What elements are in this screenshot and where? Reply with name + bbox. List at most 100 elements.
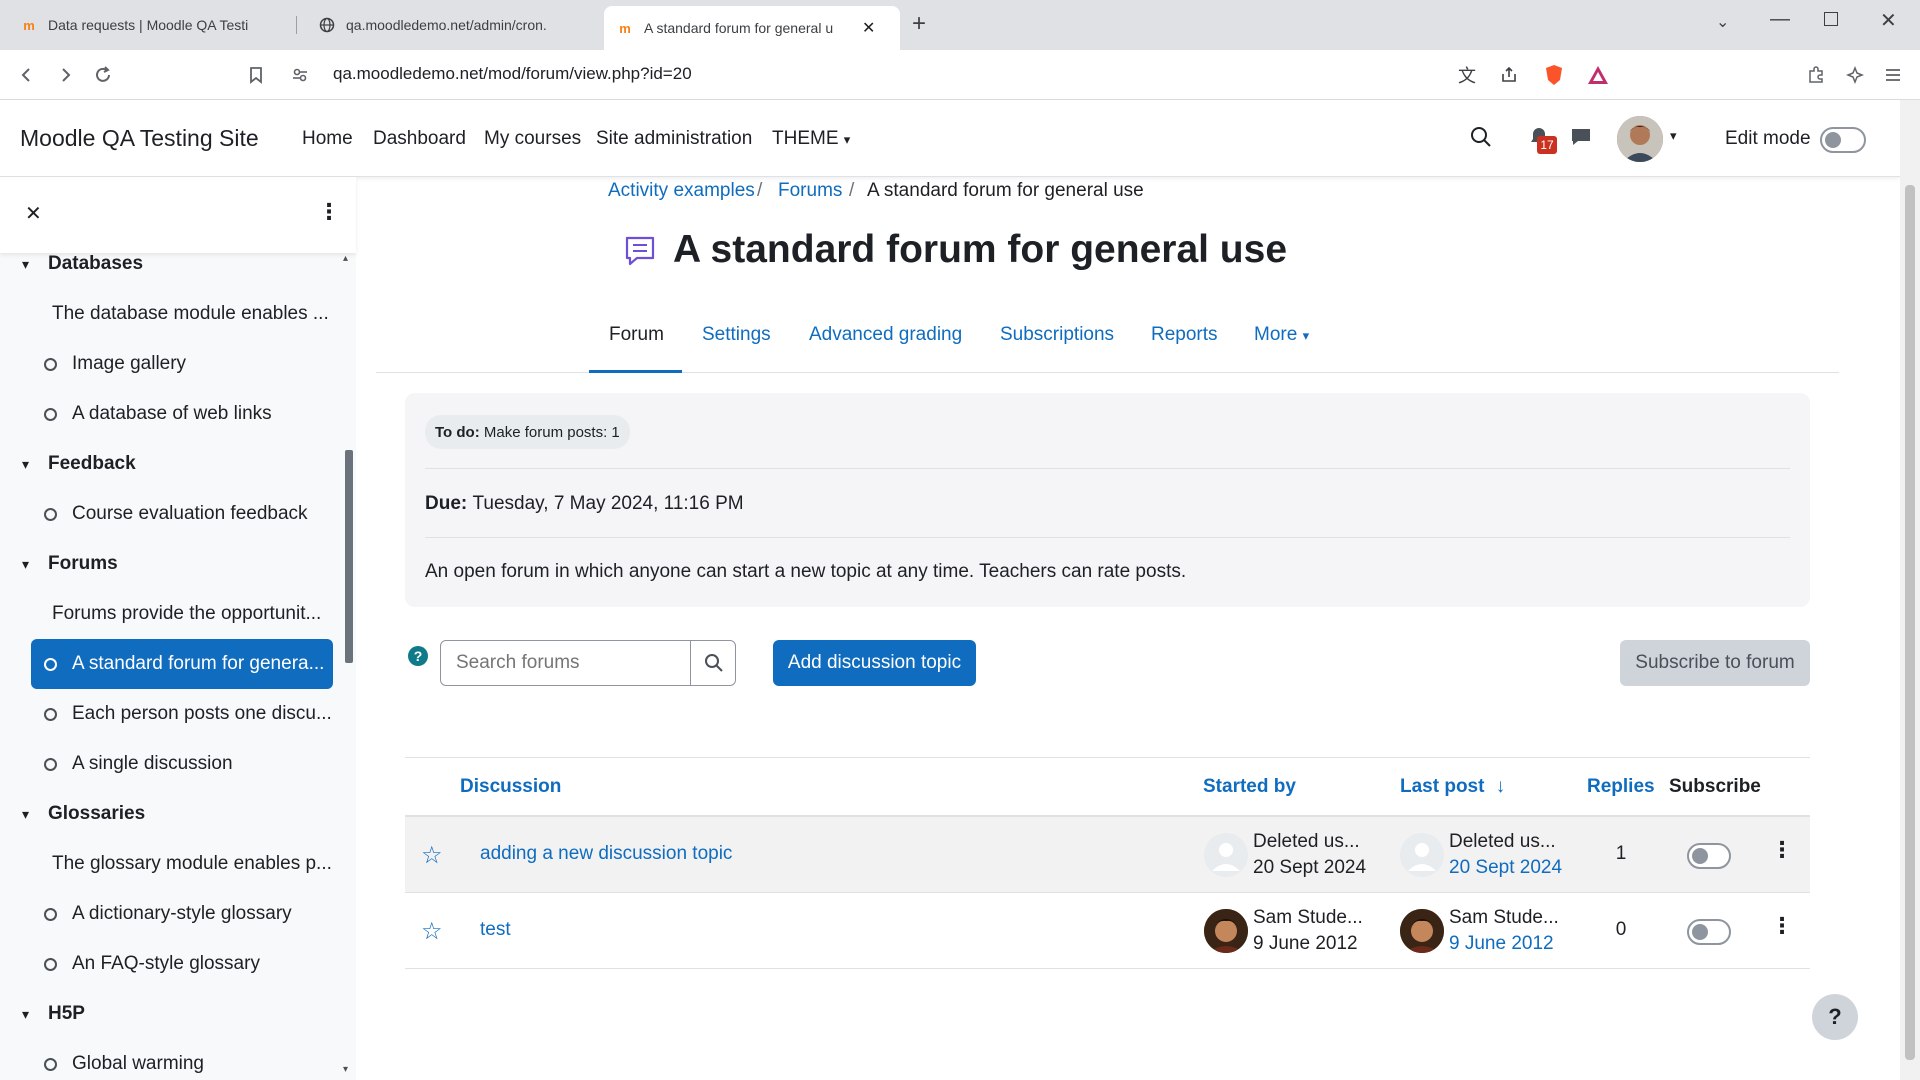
chevron-down-icon[interactable]: ▾ bbox=[1670, 128, 1677, 144]
reply-count[interactable]: 1 bbox=[1611, 843, 1631, 865]
drawer-section-description[interactable]: Forums provide the opportunit... bbox=[0, 589, 340, 639]
column-discussion[interactable]: Discussion bbox=[460, 776, 561, 798]
discussion-link[interactable]: test bbox=[480, 919, 511, 941]
reply-count[interactable]: 0 bbox=[1611, 919, 1631, 941]
drawer-activity-a-database-of-web-links[interactable]: A database of web links bbox=[0, 389, 340, 439]
row-actions-icon[interactable]: ⋮ bbox=[1771, 837, 1793, 863]
drawer-activity-an-faq-style-glossary[interactable]: An FAQ-style glossary bbox=[0, 939, 340, 989]
tab-forum[interactable]: Forum bbox=[609, 324, 664, 346]
avatar[interactable] bbox=[1400, 833, 1444, 877]
drawer-section-glossaries[interactable]: ▾ Glossaries bbox=[0, 789, 340, 839]
close-tab-icon[interactable]: ✕ bbox=[862, 18, 875, 38]
brave-shield-icon[interactable] bbox=[1541, 62, 1567, 88]
chevron-down-icon[interactable]: ▾ bbox=[22, 1006, 29, 1023]
drawer-activity-a-standard-forum-for-genera[interactable]: A standard forum for genera... bbox=[31, 639, 333, 689]
avatar[interactable] bbox=[1204, 833, 1248, 877]
chevron-down-icon[interactable]: ▾ bbox=[22, 256, 29, 273]
url-text[interactable]: qa.moodledemo.net/mod/forum/view.php?id=… bbox=[333, 64, 692, 84]
drawer-section-description[interactable]: The glossary module enables p... bbox=[0, 839, 340, 889]
page-scrollbar[interactable] bbox=[1900, 100, 1920, 1080]
add-discussion-topic-button[interactable]: Add discussion topic bbox=[773, 640, 976, 686]
chevron-down-icon[interactable]: ▾ bbox=[22, 806, 29, 823]
translate-icon[interactable]: 文 bbox=[1454, 62, 1480, 88]
edit-mode-toggle[interactable] bbox=[1820, 127, 1866, 153]
search-icon[interactable] bbox=[1470, 126, 1492, 153]
user-avatar[interactable] bbox=[1617, 116, 1663, 162]
browser-tab[interactable]: m Data requests | Moodle QA Testing bbox=[8, 7, 260, 43]
started-by-name[interactable]: Sam Stude... bbox=[1253, 907, 1363, 929]
nav-my-courses[interactable]: My courses bbox=[484, 128, 581, 150]
chevron-down-icon[interactable]: ▾ bbox=[22, 556, 29, 573]
drawer-section-description[interactable]: The database module enables ... bbox=[0, 289, 340, 339]
maximize-icon[interactable] bbox=[1824, 12, 1838, 26]
breadcrumb-forums[interactable]: Forums bbox=[778, 180, 842, 202]
scrollbar-thumb[interactable] bbox=[1905, 185, 1915, 1060]
extensions-icon[interactable] bbox=[1803, 62, 1829, 88]
drawer-activity-course-evaluation-feedback[interactable]: Course evaluation feedback bbox=[0, 489, 340, 539]
search-button[interactable] bbox=[690, 641, 736, 685]
started-by-name[interactable]: Deleted us... bbox=[1253, 831, 1360, 853]
nav-dashboard[interactable]: Dashboard bbox=[373, 128, 466, 150]
tab-subscriptions[interactable]: Subscriptions bbox=[1000, 324, 1114, 346]
nav-theme[interactable]: THEME ▾ bbox=[772, 128, 850, 150]
new-tab-icon[interactable]: + bbox=[912, 10, 926, 38]
site-name[interactable]: Moodle QA Testing Site bbox=[20, 125, 259, 152]
scroll-up-arrow-icon[interactable]: ▴ bbox=[343, 253, 348, 264]
drawer-section-feedback[interactable]: ▾ Feedback bbox=[0, 439, 340, 489]
column-replies[interactable]: Replies bbox=[1587, 776, 1655, 798]
tab-more[interactable]: More ▾ bbox=[1254, 324, 1309, 346]
browser-tab[interactable]: qa.moodledemo.net/admin/cron.ph bbox=[306, 7, 558, 43]
drawer-section-forums[interactable]: ▾ Forums bbox=[0, 539, 340, 589]
help-icon[interactable]: ? bbox=[408, 646, 428, 666]
last-post-name[interactable]: Deleted us... bbox=[1449, 831, 1556, 853]
minimize-icon[interactable]: — bbox=[1770, 8, 1790, 31]
breadcrumb-activity-examples[interactable]: Activity examples bbox=[608, 180, 755, 202]
drawer-item-label: Image gallery bbox=[72, 353, 187, 374]
browser-tab-active[interactable]: m A standard forum for general u ✕ bbox=[604, 6, 900, 50]
drawer-activity-global-warming[interactable]: Global warming bbox=[0, 1039, 340, 1080]
drawer-activity-a-single-discussion[interactable]: A single discussion bbox=[0, 739, 340, 789]
close-drawer-icon[interactable]: ✕ bbox=[25, 201, 42, 226]
bookmark-icon[interactable] bbox=[243, 62, 269, 88]
tab-reports[interactable]: Reports bbox=[1151, 324, 1218, 346]
subscribe-toggle[interactable] bbox=[1687, 843, 1731, 869]
last-post-date[interactable]: 20 Sept 2024 bbox=[1449, 857, 1562, 879]
menu-icon[interactable] bbox=[1880, 62, 1906, 88]
drawer-scrollbar[interactable] bbox=[345, 450, 353, 663]
messages-icon[interactable] bbox=[1570, 126, 1592, 153]
tab-settings[interactable]: Settings bbox=[702, 324, 771, 346]
search-forums-input[interactable] bbox=[441, 641, 691, 685]
drawer-activity-a-dictionary-style-glossary[interactable]: A dictionary-style glossary bbox=[0, 889, 340, 939]
site-settings-icon[interactable] bbox=[287, 62, 313, 88]
avatar[interactable] bbox=[1204, 909, 1248, 953]
star-icon[interactable]: ☆ bbox=[421, 917, 443, 946]
drawer-activity-image-gallery[interactable]: Image gallery bbox=[0, 339, 340, 389]
back-icon[interactable] bbox=[14, 62, 40, 88]
drawer-section-h5p[interactable]: ▾ H5P bbox=[0, 989, 340, 1039]
discussion-link[interactable]: adding a new discussion topic bbox=[480, 843, 732, 865]
page-help-button[interactable]: ? bbox=[1812, 994, 1858, 1040]
column-started-by[interactable]: Started by bbox=[1203, 776, 1296, 798]
brave-rewards-icon[interactable] bbox=[1585, 62, 1611, 88]
close-window-icon[interactable]: ✕ bbox=[1880, 8, 1897, 33]
column-last-post[interactable]: Last post ↓ bbox=[1400, 776, 1505, 798]
reload-icon[interactable] bbox=[90, 62, 116, 88]
share-icon[interactable] bbox=[1496, 62, 1522, 88]
subscribe-toggle[interactable] bbox=[1687, 919, 1731, 945]
last-post-date[interactable]: 9 June 2012 bbox=[1449, 933, 1554, 955]
last-post-name[interactable]: Sam Stude... bbox=[1449, 907, 1559, 929]
star-icon[interactable]: ☆ bbox=[421, 841, 443, 870]
scroll-down-arrow-icon[interactable]: ▾ bbox=[343, 1064, 348, 1075]
leo-ai-icon[interactable] bbox=[1842, 62, 1868, 88]
nav-home[interactable]: Home bbox=[302, 128, 353, 150]
forward-icon[interactable] bbox=[52, 62, 78, 88]
tab-list-icon[interactable]: ⌄ bbox=[1716, 12, 1729, 32]
chevron-down-icon[interactable]: ▾ bbox=[22, 456, 29, 473]
drawer-options-icon[interactable]: ⋮ bbox=[318, 199, 340, 225]
drawer-activity-each-person-posts-one-discu[interactable]: Each person posts one discu... bbox=[0, 689, 340, 739]
nav-site-administration[interactable]: Site administration bbox=[596, 128, 752, 150]
avatar[interactable] bbox=[1400, 909, 1444, 953]
row-actions-icon[interactable]: ⋮ bbox=[1771, 913, 1793, 939]
subscribe-to-forum-button[interactable]: Subscribe to forum bbox=[1620, 640, 1810, 686]
tab-advanced-grading[interactable]: Advanced grading bbox=[809, 324, 962, 346]
